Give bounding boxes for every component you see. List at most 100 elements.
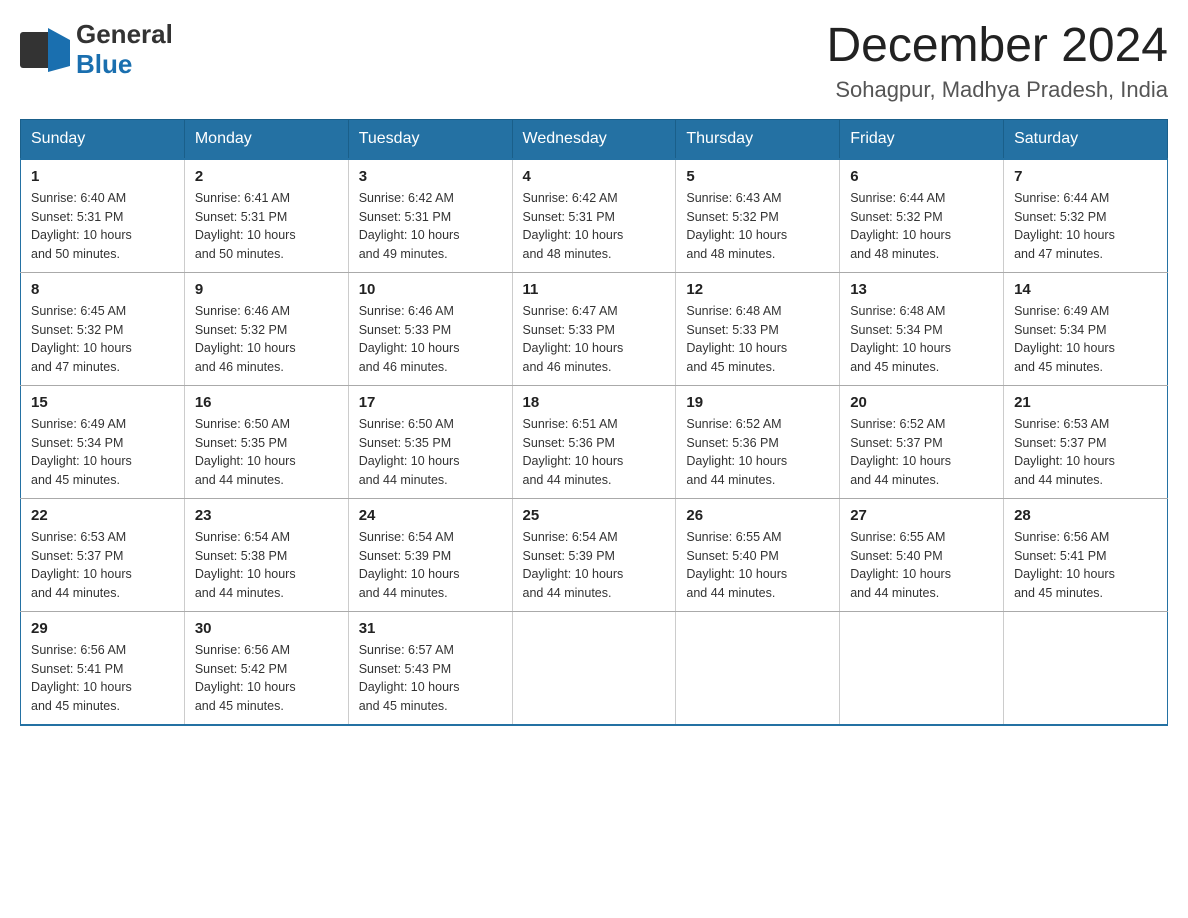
day-info: Sunrise: 6:44 AMSunset: 5:32 PMDaylight:…	[1014, 191, 1115, 261]
calendar-cell	[1004, 611, 1168, 725]
day-number: 30	[195, 620, 338, 637]
week-row-3: 15 Sunrise: 6:49 AMSunset: 5:34 PMDaylig…	[21, 385, 1168, 498]
page-header: General Blue December 2024 Sohagpur, Mad…	[20, 20, 1168, 103]
day-info: Sunrise: 6:43 AMSunset: 5:32 PMDaylight:…	[686, 191, 787, 261]
calendar-cell: 22 Sunrise: 6:53 AMSunset: 5:37 PMDaylig…	[21, 498, 185, 611]
day-info: Sunrise: 6:47 AMSunset: 5:33 PMDaylight:…	[523, 304, 624, 374]
calendar-cell: 31 Sunrise: 6:57 AMSunset: 5:43 PMDaylig…	[348, 611, 512, 725]
calendar-cell: 28 Sunrise: 6:56 AMSunset: 5:41 PMDaylig…	[1004, 498, 1168, 611]
calendar-cell: 19 Sunrise: 6:52 AMSunset: 5:36 PMDaylig…	[676, 385, 840, 498]
day-number: 27	[850, 507, 993, 524]
calendar-cell: 3 Sunrise: 6:42 AMSunset: 5:31 PMDayligh…	[348, 159, 512, 273]
calendar-cell: 25 Sunrise: 6:54 AMSunset: 5:39 PMDaylig…	[512, 498, 676, 611]
calendar-cell: 30 Sunrise: 6:56 AMSunset: 5:42 PMDaylig…	[184, 611, 348, 725]
day-number: 19	[686, 394, 829, 411]
calendar-cell: 2 Sunrise: 6:41 AMSunset: 5:31 PMDayligh…	[184, 159, 348, 273]
day-number: 29	[31, 620, 174, 637]
day-number: 26	[686, 507, 829, 524]
day-info: Sunrise: 6:52 AMSunset: 5:36 PMDaylight:…	[686, 417, 787, 487]
calendar-cell: 4 Sunrise: 6:42 AMSunset: 5:31 PMDayligh…	[512, 159, 676, 273]
weekday-header-saturday: Saturday	[1004, 119, 1168, 159]
day-number: 18	[523, 394, 666, 411]
calendar-cell: 27 Sunrise: 6:55 AMSunset: 5:40 PMDaylig…	[840, 498, 1004, 611]
day-info: Sunrise: 6:42 AMSunset: 5:31 PMDaylight:…	[523, 191, 624, 261]
calendar-cell: 11 Sunrise: 6:47 AMSunset: 5:33 PMDaylig…	[512, 272, 676, 385]
calendar-cell: 21 Sunrise: 6:53 AMSunset: 5:37 PMDaylig…	[1004, 385, 1168, 498]
day-info: Sunrise: 6:41 AMSunset: 5:31 PMDaylight:…	[195, 191, 296, 261]
day-info: Sunrise: 6:54 AMSunset: 5:39 PMDaylight:…	[359, 530, 460, 600]
week-row-2: 8 Sunrise: 6:45 AMSunset: 5:32 PMDayligh…	[21, 272, 1168, 385]
day-info: Sunrise: 6:50 AMSunset: 5:35 PMDaylight:…	[195, 417, 296, 487]
calendar-cell	[512, 611, 676, 725]
day-number: 22	[31, 507, 174, 524]
day-number: 15	[31, 394, 174, 411]
week-row-1: 1 Sunrise: 6:40 AMSunset: 5:31 PMDayligh…	[21, 159, 1168, 273]
day-number: 14	[1014, 281, 1157, 298]
day-info: Sunrise: 6:54 AMSunset: 5:38 PMDaylight:…	[195, 530, 296, 600]
calendar-cell: 24 Sunrise: 6:54 AMSunset: 5:39 PMDaylig…	[348, 498, 512, 611]
calendar-cell: 17 Sunrise: 6:50 AMSunset: 5:35 PMDaylig…	[348, 385, 512, 498]
calendar-cell: 14 Sunrise: 6:49 AMSunset: 5:34 PMDaylig…	[1004, 272, 1168, 385]
week-row-5: 29 Sunrise: 6:56 AMSunset: 5:41 PMDaylig…	[21, 611, 1168, 725]
calendar-cell	[840, 611, 1004, 725]
calendar-cell: 16 Sunrise: 6:50 AMSunset: 5:35 PMDaylig…	[184, 385, 348, 498]
day-number: 10	[359, 281, 502, 298]
calendar-cell: 1 Sunrise: 6:40 AMSunset: 5:31 PMDayligh…	[21, 159, 185, 273]
weekday-header-sunday: Sunday	[21, 119, 185, 159]
logo-blue-text: Blue	[76, 50, 173, 80]
calendar-cell: 18 Sunrise: 6:51 AMSunset: 5:36 PMDaylig…	[512, 385, 676, 498]
calendar-cell: 29 Sunrise: 6:56 AMSunset: 5:41 PMDaylig…	[21, 611, 185, 725]
calendar-cell: 26 Sunrise: 6:55 AMSunset: 5:40 PMDaylig…	[676, 498, 840, 611]
day-info: Sunrise: 6:56 AMSunset: 5:42 PMDaylight:…	[195, 643, 296, 713]
day-number: 5	[686, 168, 829, 185]
weekday-header-tuesday: Tuesday	[348, 119, 512, 159]
calendar-cell: 6 Sunrise: 6:44 AMSunset: 5:32 PMDayligh…	[840, 159, 1004, 273]
calendar-cell: 8 Sunrise: 6:45 AMSunset: 5:32 PMDayligh…	[21, 272, 185, 385]
calendar-table: SundayMondayTuesdayWednesdayThursdayFrid…	[20, 119, 1168, 726]
day-number: 1	[31, 168, 174, 185]
calendar-cell: 10 Sunrise: 6:46 AMSunset: 5:33 PMDaylig…	[348, 272, 512, 385]
weekday-header-thursday: Thursday	[676, 119, 840, 159]
calendar-cell: 15 Sunrise: 6:49 AMSunset: 5:34 PMDaylig…	[21, 385, 185, 498]
day-info: Sunrise: 6:52 AMSunset: 5:37 PMDaylight:…	[850, 417, 951, 487]
day-info: Sunrise: 6:45 AMSunset: 5:32 PMDaylight:…	[31, 304, 132, 374]
day-number: 9	[195, 281, 338, 298]
day-number: 13	[850, 281, 993, 298]
day-info: Sunrise: 6:53 AMSunset: 5:37 PMDaylight:…	[31, 530, 132, 600]
calendar-cell: 5 Sunrise: 6:43 AMSunset: 5:32 PMDayligh…	[676, 159, 840, 273]
day-info: Sunrise: 6:44 AMSunset: 5:32 PMDaylight:…	[850, 191, 951, 261]
calendar-cell: 12 Sunrise: 6:48 AMSunset: 5:33 PMDaylig…	[676, 272, 840, 385]
calendar-subtitle: Sohagpur, Madhya Pradesh, India	[826, 77, 1168, 103]
calendar-cell	[676, 611, 840, 725]
day-info: Sunrise: 6:51 AMSunset: 5:36 PMDaylight:…	[523, 417, 624, 487]
day-number: 4	[523, 168, 666, 185]
day-info: Sunrise: 6:50 AMSunset: 5:35 PMDaylight:…	[359, 417, 460, 487]
calendar-title: December 2024	[826, 20, 1168, 73]
day-info: Sunrise: 6:46 AMSunset: 5:32 PMDaylight:…	[195, 304, 296, 374]
day-number: 16	[195, 394, 338, 411]
day-info: Sunrise: 6:42 AMSunset: 5:31 PMDaylight:…	[359, 191, 460, 261]
day-number: 17	[359, 394, 502, 411]
logo-general-text: General	[76, 20, 173, 50]
logo-icon	[20, 28, 70, 72]
day-number: 7	[1014, 168, 1157, 185]
day-info: Sunrise: 6:49 AMSunset: 5:34 PMDaylight:…	[31, 417, 132, 487]
day-number: 12	[686, 281, 829, 298]
day-info: Sunrise: 6:56 AMSunset: 5:41 PMDaylight:…	[31, 643, 132, 713]
day-info: Sunrise: 6:40 AMSunset: 5:31 PMDaylight:…	[31, 191, 132, 261]
day-number: 6	[850, 168, 993, 185]
day-number: 3	[359, 168, 502, 185]
day-info: Sunrise: 6:53 AMSunset: 5:37 PMDaylight:…	[1014, 417, 1115, 487]
day-number: 24	[359, 507, 502, 524]
day-info: Sunrise: 6:48 AMSunset: 5:33 PMDaylight:…	[686, 304, 787, 374]
day-number: 20	[850, 394, 993, 411]
day-info: Sunrise: 6:55 AMSunset: 5:40 PMDaylight:…	[686, 530, 787, 600]
calendar-cell: 23 Sunrise: 6:54 AMSunset: 5:38 PMDaylig…	[184, 498, 348, 611]
day-info: Sunrise: 6:56 AMSunset: 5:41 PMDaylight:…	[1014, 530, 1115, 600]
calendar-cell: 20 Sunrise: 6:52 AMSunset: 5:37 PMDaylig…	[840, 385, 1004, 498]
day-info: Sunrise: 6:57 AMSunset: 5:43 PMDaylight:…	[359, 643, 460, 713]
calendar-cell: 7 Sunrise: 6:44 AMSunset: 5:32 PMDayligh…	[1004, 159, 1168, 273]
weekday-header-friday: Friday	[840, 119, 1004, 159]
day-number: 31	[359, 620, 502, 637]
weekday-header-wednesday: Wednesday	[512, 119, 676, 159]
